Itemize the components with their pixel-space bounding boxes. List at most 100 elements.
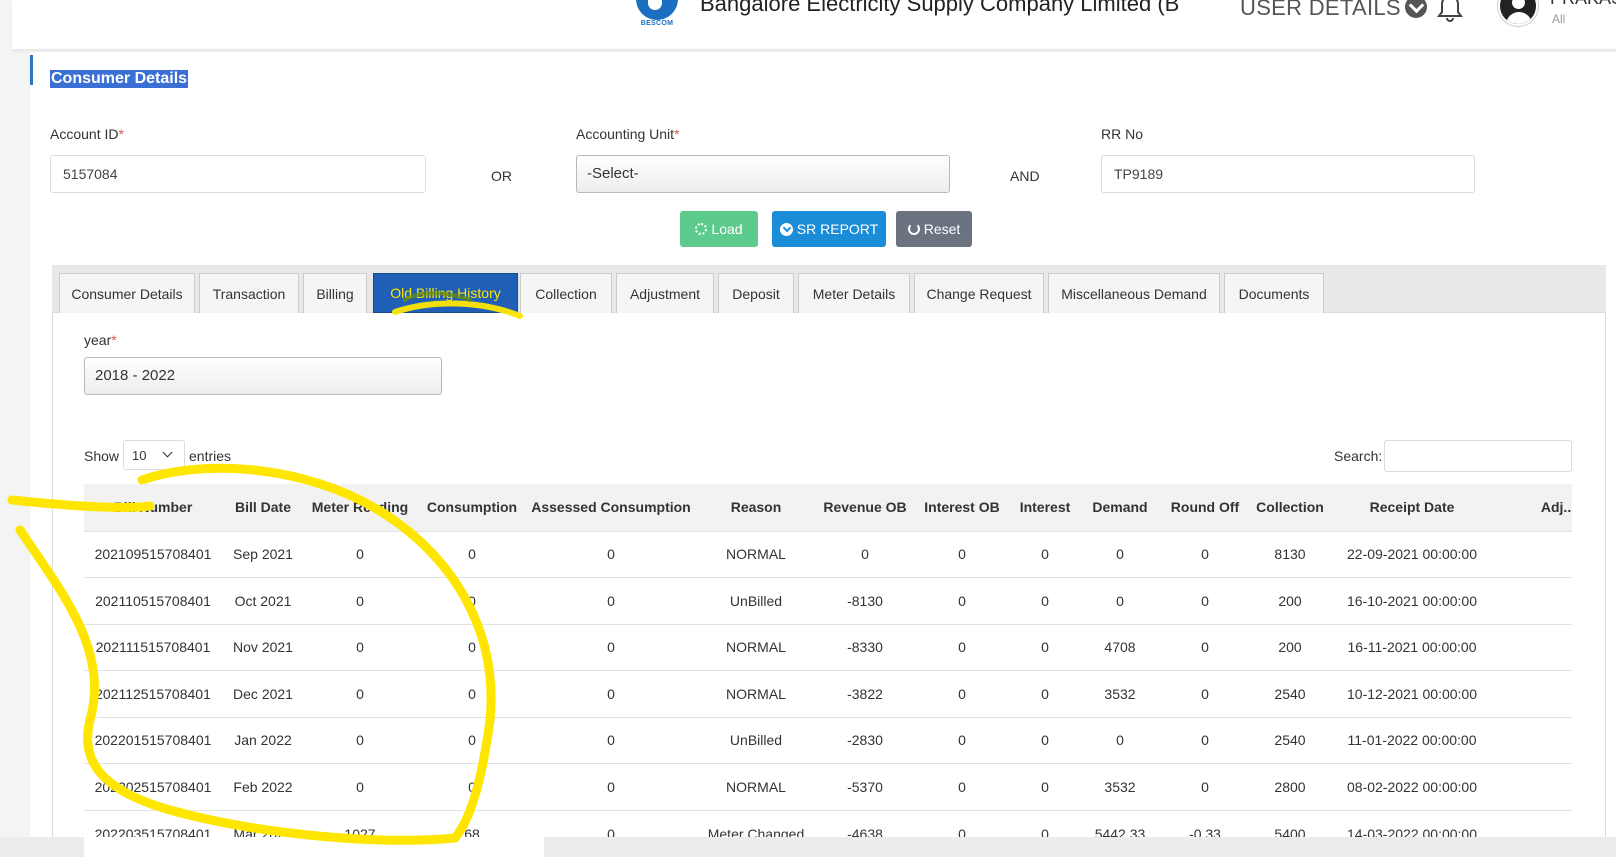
column-header[interactable]: Revenue OB (818, 484, 912, 531)
column-header[interactable]: Round Off (1162, 484, 1248, 531)
load-button[interactable]: Load (680, 211, 758, 247)
user-role: All (1552, 12, 1566, 26)
user-details-label: USER DETAILS (1240, 0, 1401, 20)
tab-meter-details[interactable]: Meter Details (798, 273, 910, 313)
tab-billing[interactable]: Billing (303, 273, 367, 313)
column-header[interactable]: Adj... (1492, 484, 1572, 531)
tab-deposit[interactable]: Deposit (718, 273, 794, 313)
column-header[interactable]: Reason (694, 484, 818, 531)
table-cell: 10-12-2021 00:00:00 (1332, 670, 1492, 717)
table-cell: 16-11-2021 00:00:00 (1332, 623, 1492, 671)
table-cell: 0 (1012, 530, 1078, 578)
table-cell: 0 (528, 530, 694, 578)
chevron-down-icon (162, 447, 173, 458)
year-label: year* (84, 332, 117, 348)
table-cell (1492, 763, 1572, 810)
tab-consumer-details[interactable]: Consumer Details (59, 273, 195, 313)
table-cell: 0 (818, 530, 912, 578)
table-cell: NORMAL (694, 530, 818, 578)
tab-change-request[interactable]: Change Request (914, 273, 1044, 313)
table-cell: -5370 (818, 763, 912, 810)
tab-adjustment[interactable]: Adjustment (616, 273, 714, 313)
table-cell: UnBilled (694, 716, 818, 764)
rr-no-label: RR No (1101, 126, 1144, 142)
user-avatar-icon[interactable] (1498, 0, 1538, 26)
table-row: 202202515708401 Feb 2022 0 0 0 NORMAL -5370 0 0 3… (84, 763, 1572, 810)
table-cell (1492, 577, 1572, 624)
table-cell: 0 (912, 763, 1012, 810)
table-cell: 0 (304, 763, 416, 810)
table-row: 202112515708401 Dec 2021 0 0 0 NORMAL -3822 0 0 3… (84, 670, 1572, 717)
account-id-input[interactable]: 5157084 (50, 155, 426, 193)
reset-button[interactable]: Reset (896, 211, 972, 247)
search-input[interactable] (1384, 440, 1572, 472)
table-cell: 202112515708401 (84, 670, 222, 717)
column-header[interactable]: Consumption (416, 484, 528, 531)
table-cell: 0 (528, 577, 694, 624)
accounting-unit-select[interactable]: -Select- (576, 155, 950, 193)
table-cell: -2830 (818, 716, 912, 764)
entries-label: entries (189, 448, 232, 464)
table-cell: 0 (912, 530, 1012, 578)
table-cell (1492, 716, 1572, 764)
table-cell: NORMAL (694, 763, 818, 810)
table-cell: 2540 (1248, 670, 1332, 717)
table-cell (1492, 530, 1572, 578)
column-header[interactable]: Interest (1012, 484, 1078, 531)
table-cell: Sep 2021 (222, 530, 304, 578)
app-window: BESCOM Bangalore Electricity Supply Comp… (0, 0, 1616, 857)
table-cell: 202110515708401 (84, 577, 222, 624)
column-header[interactable]: Meter Reading (304, 484, 416, 531)
table-cell: 0 (416, 716, 528, 764)
table-cell: 0 (1012, 716, 1078, 764)
table-cell: 0 (304, 670, 416, 717)
table-cell: 0 (1078, 530, 1162, 578)
billing-history-table: Bill Number Bill Date Meter Reading Consump… (84, 484, 1572, 857)
top-navbar: BESCOM Bangalore Electricity Supply Comp… (12, 0, 1616, 50)
sr-report-button-label: SR REPORT (796, 221, 879, 237)
table-cell: 0 (1162, 577, 1248, 624)
table-cell: 16-10-2021 00:00:00 (1332, 577, 1492, 624)
table-cell: 0 (1012, 577, 1078, 624)
bell-icon[interactable] (1435, 0, 1465, 22)
table-cell: -8130 (818, 577, 912, 624)
table-cell: Oct 2021 (222, 577, 304, 624)
column-header[interactable]: Demand (1078, 484, 1162, 531)
column-header[interactable]: Collection (1248, 484, 1332, 531)
table-cell: 202202515708401 (84, 763, 222, 810)
table-cell: 0 (912, 716, 1012, 764)
tab-transaction[interactable]: Transaction (199, 273, 299, 313)
table-cell: 8130 (1248, 530, 1332, 578)
entries-per-page-select[interactable]: 10 (123, 440, 185, 470)
show-label: Show (84, 448, 120, 464)
table-cell: 3532 (1078, 763, 1162, 810)
table-cell: 0 (304, 623, 416, 671)
sr-report-button[interactable]: SR REPORT (772, 211, 886, 247)
table-cell: 0 (1012, 670, 1078, 717)
table-cell: 0 (528, 716, 694, 764)
chevron-down-icon (1404, 0, 1427, 18)
table-cell: Dec 2021 (222, 670, 304, 717)
year-select[interactable]: 2018 - 2022 (84, 357, 442, 395)
reset-button-label: Reset (923, 221, 961, 237)
user-details-menu[interactable]: USER DETAILS (1240, 0, 1427, 21)
or-label: OR (491, 168, 512, 184)
rr-no-input[interactable]: TP9189 (1101, 155, 1475, 193)
tab-old-billing-history[interactable]: Old Billing History (373, 273, 518, 313)
table-cell: 0 (528, 623, 694, 671)
table-cell (1492, 623, 1572, 671)
column-header[interactable]: Bill Date (222, 484, 304, 531)
table-cell: 22-09-2021 00:00:00 (1332, 530, 1492, 578)
table-cell: NORMAL (694, 670, 818, 717)
column-header[interactable]: Interest OB (912, 484, 1012, 531)
tab-documents[interactable]: Documents (1224, 273, 1324, 313)
tab-miscellaneous-demand[interactable]: Miscellaneous Demand (1048, 273, 1220, 313)
table-cell: 202111515708401 (84, 623, 222, 671)
column-header[interactable]: Bill Number (84, 484, 222, 531)
table-cell: Jan 2022 (222, 716, 304, 764)
table-cell: 202201515708401 (84, 716, 222, 764)
column-header[interactable]: Assessed Consumption (528, 484, 694, 531)
tab-collection[interactable]: Collection (520, 273, 612, 313)
column-header[interactable]: Receipt Date (1332, 484, 1492, 531)
bottom-strip (0, 837, 1616, 857)
